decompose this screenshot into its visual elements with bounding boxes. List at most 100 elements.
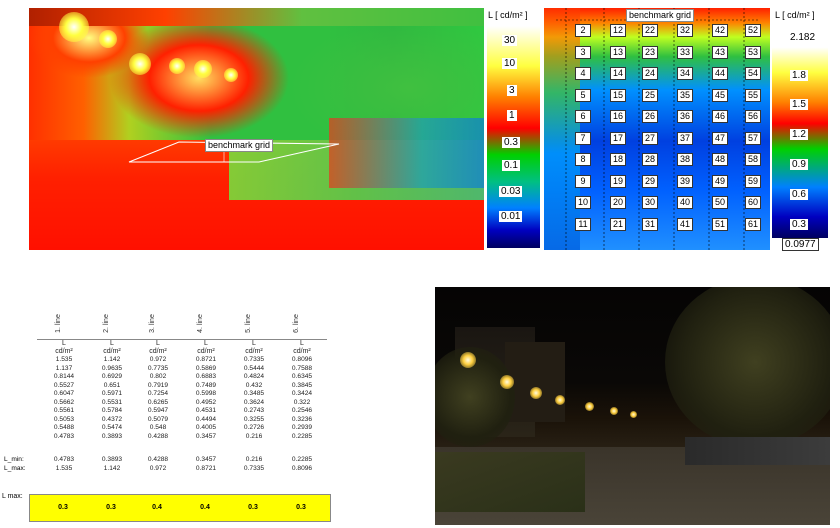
heatmap-cell-label: 29 — [642, 174, 658, 188]
heatmap-cell-label: 56 — [745, 110, 761, 123]
heatmap-cell-label: 25 — [642, 88, 658, 102]
street-lamp — [555, 395, 565, 405]
table-cell: 0.5561 — [53, 407, 75, 414]
table-cell: 0.5444 — [243, 364, 265, 372]
lmax-cell: 0.8096 — [291, 465, 313, 472]
ymax-cell: 0.3 — [58, 504, 68, 511]
heatmap-cell-label: 6 — [575, 110, 591, 123]
heatmap-cell-label: 28 — [642, 153, 658, 166]
table-cell: 0.8144 — [53, 373, 75, 380]
table-cell: 0.5869 — [195, 364, 217, 372]
table-cell: 0.4005 — [195, 424, 217, 431]
heatmap-cell-label: 16 — [610, 110, 626, 123]
column-symbol: L — [300, 340, 304, 347]
table-cell: 0.3424 — [291, 390, 313, 397]
table-cell: 0.7588 — [291, 364, 313, 372]
heatmap-cell-label: 47 — [712, 131, 728, 145]
table-cell: 0.9635 — [101, 364, 123, 372]
heatmap-cell-label: 9 — [575, 174, 591, 188]
column-unit: cd/m² — [149, 348, 167, 355]
column-symbol: L — [62, 340, 66, 347]
line-header: 4. line — [196, 314, 204, 333]
table-cell: 0.8096 — [291, 356, 313, 363]
column-unit: cd/m² — [245, 348, 263, 355]
heatmap-cell-label: 2 — [575, 24, 591, 37]
scale-right-tick: 0.0977 — [782, 238, 819, 251]
heatmap-cell-label: 8 — [575, 153, 591, 166]
tree-canopy — [665, 287, 830, 447]
table-cell: 0.3236 — [291, 415, 313, 423]
heatmap-cell-label: 38 — [677, 153, 693, 166]
table-cell: 0.7489 — [195, 381, 217, 389]
table-cell: 0.6265 — [147, 398, 169, 406]
false-color-photo — [29, 8, 484, 250]
lmin-cell: 0.3893 — [101, 456, 123, 463]
heatmap-cell-label: 11 — [575, 217, 591, 231]
scale-right-tick: 1.8 — [790, 70, 808, 81]
night-street-photo — [435, 287, 830, 525]
table-cell: 0.4531 — [195, 407, 217, 414]
luminance-scale-right-title: L [ cd/m² ] — [775, 10, 815, 20]
scale-left-tick: 3 — [507, 85, 517, 96]
heatmap-cell-label: 42 — [712, 24, 728, 37]
heatmap-cell-label: 43 — [712, 45, 728, 59]
scale-right-tick: 1.2 — [790, 129, 808, 140]
table-cell: 0.548 — [149, 424, 167, 431]
table-cell: 0.5053 — [53, 415, 75, 423]
heatmap-cell-label: 4 — [575, 67, 591, 80]
heatmap-cell-label: 58 — [745, 153, 761, 166]
heatmap-cell-label: 17 — [610, 131, 626, 145]
heatmap-cell-label: 24 — [642, 67, 658, 80]
heatmap-cell-label: 49 — [712, 174, 728, 188]
heatmap-cell-label: 26 — [642, 110, 658, 123]
heatmap-cell-label: 52 — [745, 24, 761, 37]
heatmap-cell-label: 53 — [745, 45, 761, 59]
lmin-cell: 0.216 — [245, 456, 263, 463]
heatmap-cell-label: 44 — [712, 67, 728, 80]
line-header: 3. line — [148, 314, 156, 333]
heatmap-cell-label: 35 — [677, 88, 693, 102]
table-cell: 0.5079 — [147, 415, 169, 423]
table-cell: 0.5531 — [101, 398, 123, 406]
heatmap-cell-label: 33 — [677, 45, 693, 59]
column-unit: cd/m² — [55, 348, 73, 355]
scale-left-tick: 10 — [502, 58, 518, 69]
heatmap-cell-label: 45 — [712, 88, 728, 102]
heatmap-cell-grid: 2 12 22 32 42 52 3 13 23 33 43 53 4 14 24 34 44 54 5 15 25 35… — [544, 8, 770, 250]
heatmap-cell-label: 15 — [610, 88, 626, 102]
table-cell: 0.3624 — [243, 398, 265, 406]
luminance-scale-left-title: L [ cd/m² ] — [488, 10, 528, 20]
lmax-cell: 0.8721 — [195, 465, 217, 472]
ymax-cell: 0.4 — [152, 504, 162, 511]
line-header: 1. line — [54, 314, 62, 333]
table-cell: 0.322 — [293, 398, 311, 406]
table-cell: 0.5784 — [101, 407, 123, 414]
heatmap-cell-label: 13 — [610, 45, 626, 59]
table-cell: 0.7335 — [243, 356, 265, 363]
table-cell: 0.3893 — [101, 432, 123, 440]
table-cell: 0.432 — [245, 381, 263, 389]
ymax-cell: 0.4 — [200, 504, 210, 511]
lmin-cell: 0.3457 — [195, 456, 217, 463]
lmax-label: L_max: — [4, 465, 26, 472]
table-cell: 1.137 — [55, 364, 73, 372]
heatmap-cell-label: 7 — [575, 131, 591, 145]
street-lamp — [460, 352, 476, 368]
table-cell: 0.2743 — [243, 407, 265, 414]
table-cell: 0.5947 — [147, 407, 169, 414]
scale-right-tick: 2.182 — [788, 32, 818, 43]
heatmap-cell-label: 40 — [677, 196, 693, 209]
lmax-cell: 1.142 — [103, 465, 121, 472]
table-cell: 1.142 — [103, 356, 121, 363]
scale-right-tick: 0.9 — [790, 159, 808, 170]
scale-left-tick: 0.3 — [502, 137, 520, 148]
heatmap-cell-label: 59 — [745, 174, 761, 188]
table-cell: 0.5998 — [195, 390, 217, 397]
heatmap-cell-label: 37 — [677, 131, 693, 145]
table-cell: 0.5527 — [53, 381, 75, 389]
heatmap-cell-label: 54 — [745, 67, 761, 80]
ymax-cell: 0.3 — [106, 504, 116, 511]
column-symbol: L — [204, 340, 208, 347]
heatmap-cell-label: 60 — [745, 196, 761, 209]
table-cell: 0.7919 — [147, 381, 169, 389]
